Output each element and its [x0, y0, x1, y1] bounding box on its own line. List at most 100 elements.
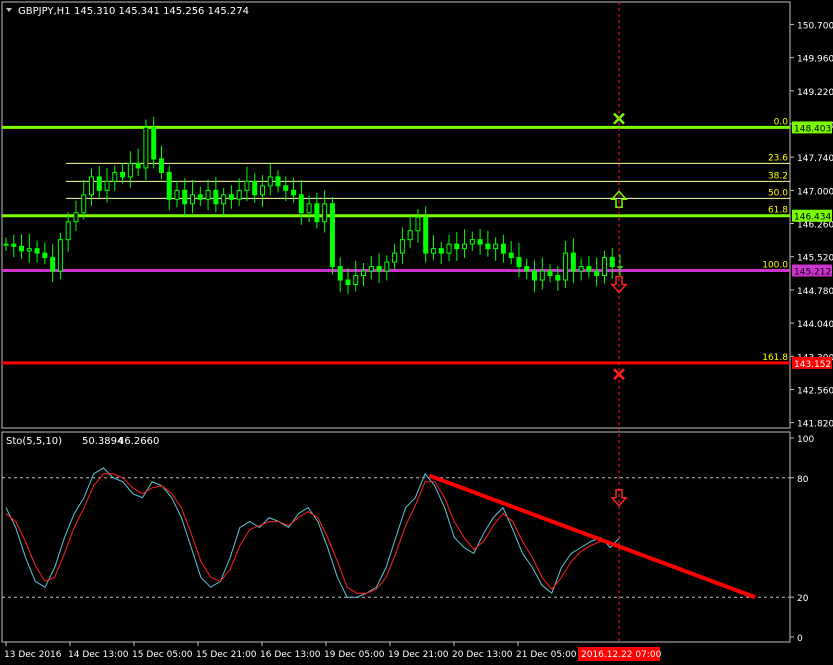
price-tick-label: 142.560 — [797, 386, 833, 396]
time-tick-label: 19 Dec 05:00 — [324, 650, 385, 660]
candle-body — [532, 270, 538, 281]
candle-body — [485, 243, 491, 250]
fib-level-label: 100.0 — [762, 261, 788, 271]
stoch-tick-label: 20 — [797, 594, 809, 604]
time-tick-label: 16 Dec 13:00 — [260, 650, 321, 660]
candle-body — [158, 158, 164, 173]
candle-body — [555, 275, 561, 281]
candle-body — [399, 239, 405, 254]
candle-body — [135, 162, 141, 169]
time-tick-label: 20 Dec 13:00 — [452, 650, 513, 660]
candle-body — [361, 270, 367, 277]
time-tick-label: 15 Dec 05:00 — [132, 650, 193, 660]
candle-body — [213, 189, 219, 205]
candle-body — [547, 270, 553, 277]
candle-body — [539, 270, 545, 281]
price-tick-label: 144.780 — [797, 287, 833, 297]
candle-body — [221, 194, 227, 205]
chart-background — [0, 0, 833, 665]
candle-body — [594, 270, 600, 277]
candle-body — [337, 266, 343, 281]
candle-body — [34, 248, 40, 254]
fib-level-label: 38.2 — [768, 171, 788, 181]
candle-body — [244, 180, 250, 191]
price-tag-label: 148.403 — [794, 124, 831, 134]
candle-body — [275, 176, 281, 187]
candle-body — [314, 203, 320, 223]
fib-level-label: 23.6 — [768, 153, 788, 163]
candle-body — [415, 216, 421, 232]
candle-body — [3, 243, 9, 246]
candle-body — [88, 176, 94, 196]
candle-body — [291, 189, 297, 196]
candle-body — [104, 180, 110, 191]
candle-body — [329, 203, 335, 268]
price-tick-label: 149.220 — [797, 88, 833, 98]
symbol-label: GBPJPY,H1 — [18, 6, 71, 17]
candle-body — [493, 243, 499, 250]
candle-body — [353, 275, 359, 286]
price-tick-label: 144.040 — [797, 320, 833, 330]
candle-body — [197, 194, 203, 200]
time-tick-label: 13 Dec 2016 — [4, 650, 62, 660]
time-tick-label: 21 Dec 05:00 — [516, 650, 577, 660]
stoch-tick-label: 80 — [797, 475, 809, 485]
stochastic-label: Sto(5,5,10) — [6, 436, 62, 447]
candle-body — [283, 185, 289, 191]
price-tick-label: 145.520 — [797, 254, 833, 264]
candle-body — [252, 180, 258, 196]
time-tick-label: 15 Dec 21:00 — [196, 650, 257, 660]
candle-body — [368, 266, 374, 272]
candle-body — [81, 194, 87, 214]
stoch-tick-label: 100 — [797, 435, 814, 445]
candle-body — [50, 257, 56, 272]
candle-body — [205, 189, 211, 200]
candle-body — [127, 162, 133, 178]
price-tag-label: 143.152 — [794, 360, 831, 370]
price-tick-label: 141.820 — [797, 420, 833, 430]
candle-body — [182, 189, 188, 205]
candle-body — [500, 243, 506, 254]
stochastic-signal-value: 46.2660 — [118, 436, 159, 447]
candle-body — [11, 243, 17, 247]
price-tick-label: 149.960 — [797, 55, 833, 65]
candle-body — [73, 212, 79, 223]
candle-body — [609, 257, 615, 268]
candle-body — [423, 216, 429, 254]
candle-body — [586, 266, 592, 272]
price-tag-label: 146.434 — [794, 213, 831, 223]
candle-body — [516, 257, 522, 268]
fib-level-label: 0.0 — [774, 117, 789, 127]
candle-body — [446, 243, 452, 254]
candle-body — [143, 127, 149, 169]
candle-body — [112, 171, 118, 182]
candle-body — [42, 252, 48, 259]
candle-body — [306, 203, 312, 214]
candle-body — [508, 252, 514, 259]
candle-body — [438, 248, 444, 254]
candle-body — [236, 189, 242, 200]
candle-body — [267, 176, 273, 187]
candle-body — [469, 239, 475, 245]
chart-canvas: GBPJPY,H1 145.310 145.341 145.256 145.27… — [0, 0, 833, 665]
candle-body — [462, 243, 468, 250]
fib-level-label: 161.8 — [762, 353, 788, 363]
candle-body — [384, 261, 390, 272]
candle-body — [120, 171, 126, 178]
candle-body — [96, 176, 102, 191]
current-time-tag-label: 2016.12.22 07:00 — [581, 650, 662, 660]
candle-body — [166, 171, 172, 200]
candle-body — [477, 239, 483, 245]
fib-level-label: 50.0 — [768, 188, 788, 198]
fib-level-label: 61.8 — [768, 206, 788, 216]
candle-body — [601, 257, 607, 277]
candle-body — [570, 252, 576, 272]
candle-body — [322, 203, 328, 223]
candle-body — [259, 185, 265, 196]
candle-body — [376, 266, 382, 272]
candle-body — [392, 252, 398, 263]
candle-body — [151, 127, 157, 160]
price-tag-label: 145.212 — [794, 268, 831, 278]
candle-body — [26, 248, 32, 252]
candle-body — [57, 239, 63, 272]
